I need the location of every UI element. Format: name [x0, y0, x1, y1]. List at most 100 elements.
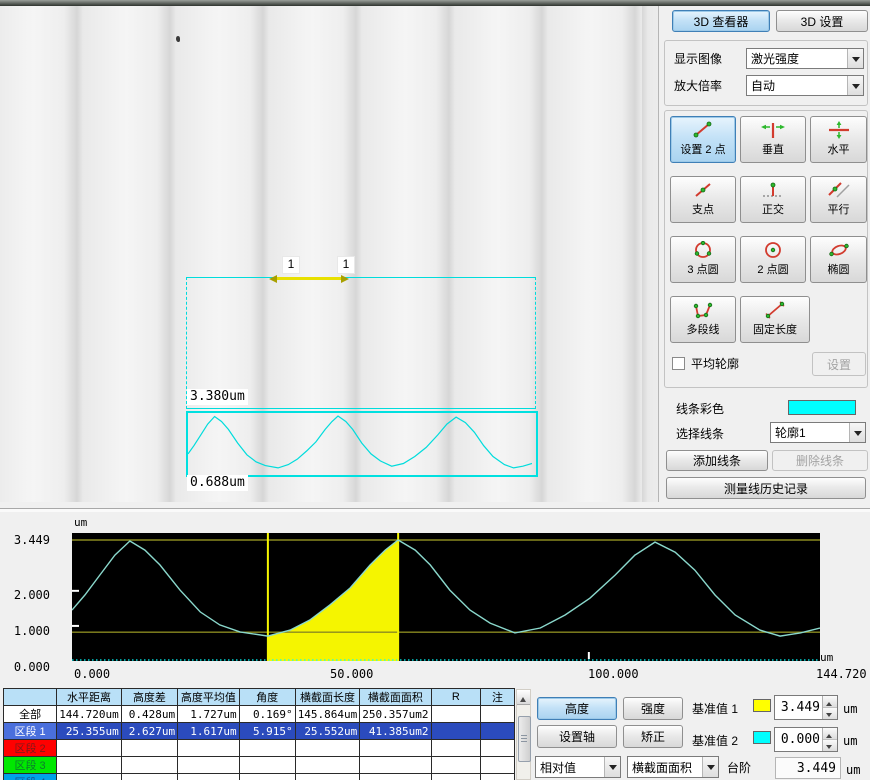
tool-2-point-circle-button[interactable]: 2 点圆 — [740, 236, 806, 283]
cross-section-select[interactable]: 横截面面积 — [627, 756, 719, 778]
row-label-cell[interactable]: 区段 1 — [4, 723, 57, 740]
tool-set-2-points-button[interactable]: 设置 2 点 — [670, 116, 736, 163]
table-row[interactable]: 区段 3 — [4, 757, 515, 774]
delete-line-button[interactable]: 删除线条 — [772, 450, 868, 471]
microscope-image-view[interactable]: 1 1 3.380um 0.688um — [0, 6, 659, 502]
measurement-line-segment[interactable] — [277, 277, 341, 280]
chevron-down-icon — [847, 76, 863, 95]
profile-plot[interactable] — [72, 533, 820, 661]
table-cell — [57, 740, 122, 757]
table-cell — [57, 757, 122, 774]
spinner-arrows-icon[interactable] — [822, 728, 837, 751]
tool-label: 正交 — [762, 201, 784, 217]
row-label-cell[interactable]: 区段 4 — [4, 774, 57, 780]
scroll-thumb[interactable] — [518, 716, 531, 762]
table-header-cell[interactable]: 横截面长度 — [295, 689, 360, 706]
tool-vertical-button[interactable]: 垂直 — [740, 116, 806, 163]
intensity-mode-button[interactable]: 强度 — [623, 697, 683, 720]
table-header-cell[interactable]: 横截面面积 — [360, 689, 431, 706]
measure-line-history-button[interactable]: 测量线历史记录 — [666, 477, 866, 499]
y-axis-unit: um — [74, 516, 87, 529]
tool-polyline-button[interactable]: 多段线 — [670, 296, 736, 343]
row-label-cell[interactable]: 区段 2 — [4, 740, 57, 757]
relative-value: 相对值 — [540, 759, 576, 776]
reference1-color-swatch[interactable] — [753, 699, 771, 712]
reference2-value: 0.000 — [775, 732, 822, 747]
table-cell — [295, 740, 360, 757]
tool-pivot-button[interactable]: 支点 — [670, 176, 736, 223]
table-cell — [481, 774, 515, 780]
polyline-icon — [691, 301, 715, 319]
profile-chart-area: um 3.449 2.000 1.000 0.000 0.000 50.000 … — [0, 512, 870, 686]
reference2-unit: um — [843, 733, 857, 749]
table-row[interactable]: 区段 4 — [4, 774, 515, 780]
measure-point-label-2: 1 — [337, 256, 355, 274]
fixed-length-icon — [763, 301, 787, 319]
step-value-box: 3.449 — [775, 757, 841, 779]
display-image-label: 显示图像 — [674, 51, 722, 67]
tool-parallel-button[interactable]: 平行 — [810, 176, 867, 223]
tool-ellipse-button[interactable]: 椭圆 — [810, 236, 867, 283]
table-cell: 5.915° — [239, 723, 295, 740]
table-cell — [121, 740, 177, 757]
row-label-cell[interactable]: 全部 — [4, 706, 57, 723]
table-cell — [239, 740, 295, 757]
height-mode-button[interactable]: 高度 — [537, 697, 617, 720]
table-cell: 145.864um — [295, 706, 360, 723]
table-header-cell[interactable]: 注 — [481, 689, 515, 706]
table-row[interactable]: 全部144.720um0.428um1.727um0.169°145.864um… — [4, 706, 515, 723]
table-header-cell[interactable] — [4, 689, 57, 706]
tool-label: 固定长度 — [753, 321, 797, 337]
3d-settings-button[interactable]: 3D 设置 — [776, 10, 868, 32]
table-row[interactable]: 区段 125.355um2.627um1.617um5.915°25.552um… — [4, 723, 515, 740]
table-row[interactable]: 区段 2 — [4, 740, 515, 757]
reference2-color-swatch[interactable] — [753, 731, 771, 744]
table-scrollbar[interactable] — [516, 689, 531, 780]
table-header-cell[interactable]: 角度 — [239, 689, 295, 706]
table-cell — [431, 740, 481, 757]
x-tick-label: 50.000 — [330, 667, 373, 681]
table-cell: 2.627um — [121, 723, 177, 740]
table-header-cell[interactable]: R — [431, 689, 481, 706]
table-header-cell[interactable]: 高度平均值 — [178, 689, 239, 706]
average-profile-checkbox[interactable] — [672, 357, 685, 370]
row-label-cell[interactable]: 区段 3 — [4, 757, 57, 774]
tool-horizontal-button[interactable]: 水平 — [810, 116, 867, 163]
display-image-select[interactable]: 激光强度 — [746, 48, 864, 69]
chevron-down-icon — [849, 423, 865, 442]
table-header-cell[interactable]: 高度差 — [121, 689, 177, 706]
set-axis-button[interactable]: 设置轴 — [537, 725, 617, 748]
table-cell — [431, 774, 481, 780]
reference2-spinner[interactable]: 0.000 — [774, 727, 838, 752]
reference1-spinner[interactable]: 3.449 — [774, 695, 838, 720]
add-line-button[interactable]: 添加线条 — [666, 450, 768, 471]
line-color-swatch[interactable] — [788, 400, 856, 415]
3d-viewer-button[interactable]: 3D 查看器 — [672, 10, 770, 32]
step-unit: um — [846, 762, 860, 778]
magnification-select[interactable]: 自动 — [746, 75, 864, 96]
measure-arrow-right-icon — [341, 275, 349, 283]
tool-label: 2 点圆 — [757, 261, 788, 277]
cross-section-value: 横截面面积 — [632, 759, 692, 776]
tool-orthogonal-button[interactable]: 正交 — [740, 176, 806, 223]
tool-label: 多段线 — [687, 321, 720, 337]
measure-point-label-1: 1 — [282, 256, 300, 274]
x-tick-label: 100.000 — [588, 667, 639, 681]
select-line-select[interactable]: 轮廓1 — [770, 422, 866, 443]
tool-3-point-circle-button[interactable]: 3 点圆 — [670, 236, 736, 283]
table-cell: 144.720um — [57, 706, 122, 723]
scroll-up-icon[interactable] — [517, 690, 530, 705]
table-cell — [481, 706, 515, 723]
profile-preview-curve — [188, 413, 532, 471]
tool-fixed-length-button[interactable]: 固定长度 — [740, 296, 810, 343]
tool-label: 椭圆 — [828, 261, 850, 277]
table-cell — [239, 757, 295, 774]
relative-value-select[interactable]: 相对值 — [535, 756, 621, 778]
spinner-arrows-icon[interactable] — [822, 696, 837, 719]
correction-button[interactable]: 矫正 — [623, 725, 683, 748]
line-color-label: 线条彩色 — [676, 401, 724, 417]
set-button[interactable]: 设置 — [812, 352, 866, 376]
tool-label: 水平 — [828, 141, 850, 157]
table-header-cell[interactable]: 水平距离 — [57, 689, 122, 706]
table-cell: 250.357um2 — [360, 706, 431, 723]
